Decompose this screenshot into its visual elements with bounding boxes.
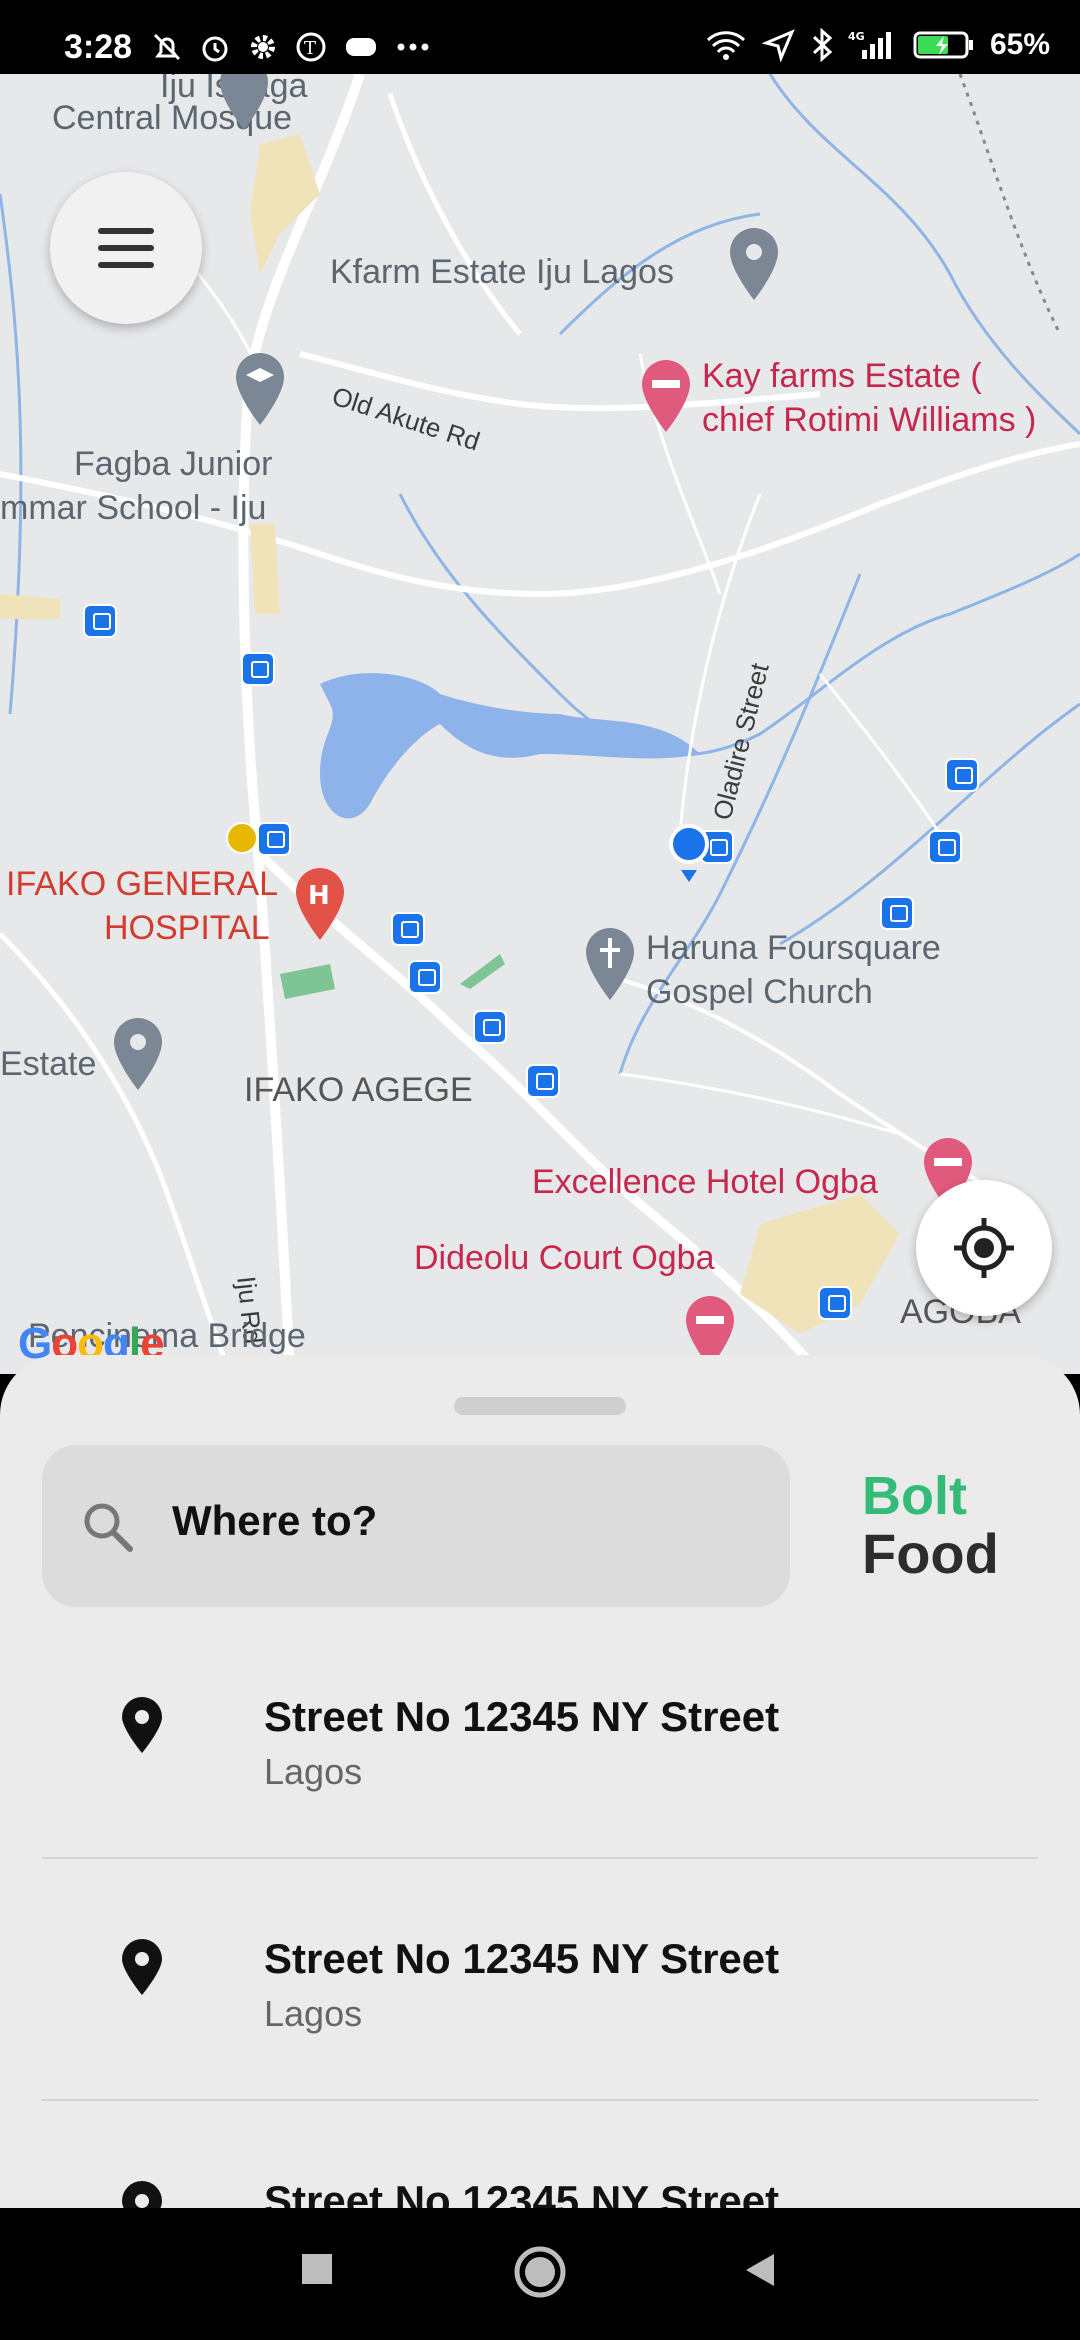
where-to-search[interactable]: Where to? (42, 1445, 790, 1607)
mosque-pin-icon[interactable] (214, 74, 274, 134)
bus-stop-icon[interactable] (526, 1064, 560, 1098)
bus-stop-icon[interactable] (928, 830, 962, 864)
map-label: IFAKO GENERAL (6, 865, 279, 903)
map-label: Haruna Foursquare (646, 929, 941, 967)
game-icon (342, 30, 380, 64)
search-icon (84, 1503, 133, 1552)
mute-icon (150, 30, 184, 64)
status-bar: 3:28 T 4G 65% (0, 0, 1080, 74)
recents-button[interactable] (298, 2250, 338, 2290)
map-label: Estate (0, 1045, 97, 1083)
wifi-icon (704, 28, 748, 62)
place-title: Street No 12345 NY Street (264, 2177, 780, 2208)
recent-place-item[interactable]: Street No 12345 NY Street Lagos (42, 1645, 1038, 1887)
bus-stop-icon[interactable] (83, 604, 117, 638)
bus-stop-icon[interactable] (945, 758, 979, 792)
map-label: Dideolu Court Ogba (414, 1239, 715, 1277)
bus-stop-icon[interactable] (391, 912, 425, 946)
menu-button[interactable] (50, 172, 202, 324)
search-placeholder: Where to? (172, 1497, 378, 1544)
recent-place-item[interactable]: Street No 12345 NY Street Lagos (42, 1887, 1038, 2129)
bus-stop-icon[interactable] (257, 822, 291, 856)
recent-place-item[interactable]: Street No 12345 NY Street (42, 2129, 1038, 2208)
hospital-pin-icon[interactable]: H (290, 864, 350, 944)
place-pin-icon[interactable] (108, 1014, 168, 1094)
location-pin-icon (122, 1939, 162, 1995)
map-label: IFAKO AGEGE (244, 1071, 473, 1109)
locate-me-button[interactable] (916, 1180, 1052, 1316)
school-pin-icon[interactable] (230, 349, 290, 429)
church-pin-icon[interactable] (580, 924, 640, 1004)
bus-stop-icon[interactable] (408, 960, 442, 994)
bus-stop-icon[interactable] (880, 896, 914, 930)
menu-icon (98, 228, 154, 234)
hotel-pin-icon[interactable] (636, 356, 696, 436)
bus-stop-icon[interactable] (241, 652, 275, 686)
map-label: HOSPITAL (104, 909, 270, 947)
current-location-icon (669, 824, 709, 882)
bottom-sheet[interactable]: Where to? Bolt Food Street No 12345 NY S… (0, 1355, 1080, 2208)
back-button[interactable] (740, 2250, 780, 2290)
location-pin-icon (122, 1697, 162, 1753)
svg-text:T: T (304, 38, 316, 59)
more-icon (394, 30, 432, 64)
place-pin-icon[interactable] (724, 224, 784, 304)
status-time: 3:28 (64, 28, 133, 66)
location-pin-icon (122, 2181, 162, 2208)
place-title: Street No 12345 NY Street (264, 1693, 780, 1740)
alarm-icon (198, 30, 232, 64)
bus-stop-icon[interactable] (818, 1286, 852, 1320)
map-label: Kfarm Estate Iju Lagos (330, 253, 674, 291)
crosshair-icon (954, 1218, 1014, 1278)
bolt-food-logo-line2: Food (862, 1522, 999, 1585)
place-title: Street No 12345 NY Street (264, 1935, 780, 1982)
battery-icon (912, 28, 976, 62)
transit-icon[interactable] (226, 822, 258, 854)
status-right-icons: 4G 65% (704, 28, 1050, 62)
svg-text:4G: 4G (848, 30, 865, 43)
settings-icon (246, 30, 280, 64)
bolt-food-button[interactable]: Bolt Food (862, 1467, 1002, 1583)
location-icon (761, 28, 796, 62)
map-label: Gospel Church (646, 973, 873, 1011)
map-label: Excellence Hotel Ogba (532, 1163, 878, 1201)
news-icon: T (294, 30, 328, 64)
place-subtitle: Lagos (264, 1993, 363, 2034)
divider (42, 1857, 1038, 1859)
map-label: chief Rotimi Williams ) (702, 401, 1037, 439)
signal-icon: 4G (848, 28, 898, 62)
place-subtitle: Lagos (264, 1751, 363, 1792)
sheet-drag-handle[interactable] (454, 1397, 626, 1415)
navigation-bar (0, 2208, 1080, 2340)
divider (42, 2099, 1038, 2101)
map-label: Kay farms Estate ( (702, 357, 982, 395)
home-button[interactable] (512, 2244, 568, 2300)
bluetooth-icon (810, 28, 834, 62)
status-left-icons: T (150, 30, 432, 64)
bolt-food-logo-line1: Bolt (862, 1466, 967, 1526)
bus-stop-icon[interactable] (473, 1010, 507, 1044)
map-label: Fagba Junior (74, 445, 273, 483)
map-view[interactable]: Iju Ishaga Central Mosque Kfarm Estate I… (0, 74, 1080, 1374)
svg-text:H: H (308, 881, 330, 911)
battery-percent: 65% (989, 28, 1050, 61)
map-label: mmar School - Iju (0, 489, 267, 527)
